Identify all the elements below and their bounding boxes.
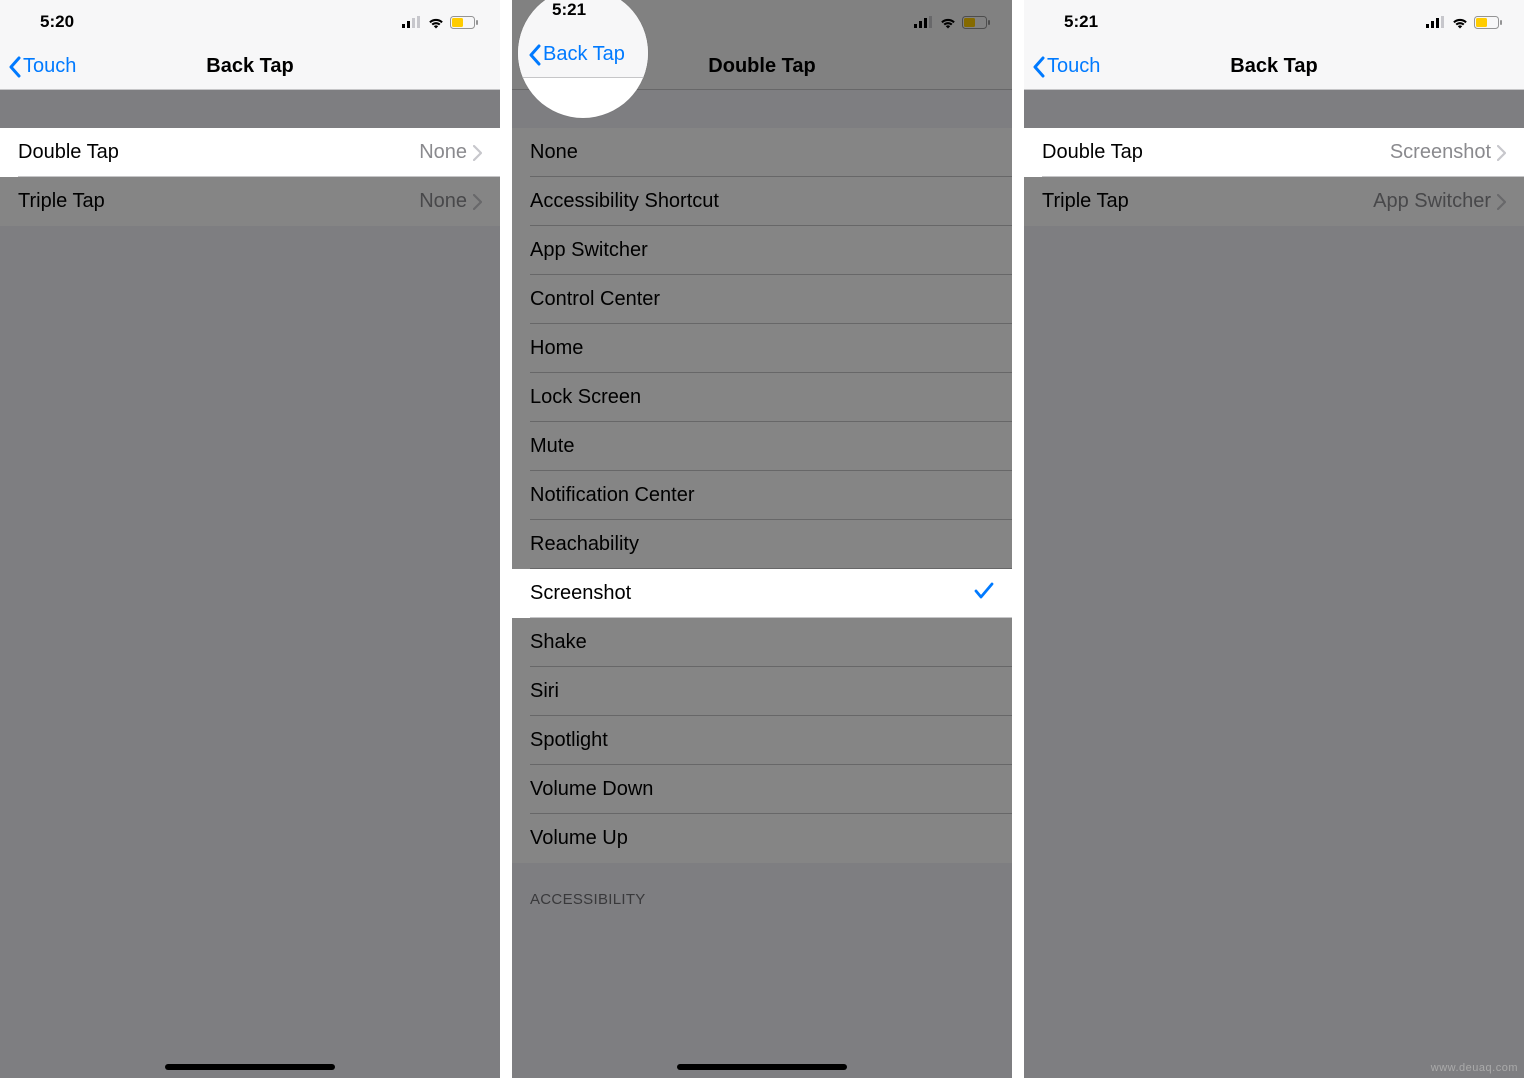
status-time: 5:20 [40,12,74,32]
row-triple-tap[interactable]: Triple Tap None [0,177,500,226]
row-value: App Switcher [1373,190,1491,213]
row-label: Double Tap [1042,141,1143,164]
home-indicator[interactable] [165,1064,335,1070]
row-label: Double Tap [18,141,119,164]
back-button[interactable]: Touch [1024,55,1100,78]
option-label: Accessibility Shortcut [530,190,719,213]
option-reachability[interactable]: Reachability [512,520,1012,569]
row-value: None [419,190,467,213]
wifi-icon [939,16,957,29]
option-screenshot[interactable]: Screenshot [512,569,1012,618]
tap-options-list: Double Tap None Triple Tap None [0,128,500,226]
option-control-center[interactable]: Control Center [512,275,1012,324]
chevron-left-icon [1032,56,1046,78]
back-button[interactable]: Back Tap [520,43,625,66]
checkmark-icon [974,582,994,606]
callout-spotlight-circle: 5:21 Back Tap [518,0,648,118]
option-volume-up[interactable]: Volume Up [512,814,1012,863]
nav-bar: Touch Back Tap [0,44,500,90]
chevron-right-icon [1497,194,1506,210]
option-label: Volume Up [530,827,628,850]
row-value: Screenshot [1390,141,1491,164]
battery-icon [1474,16,1502,29]
option-label: None [530,141,578,164]
status-icons [1426,16,1502,29]
nav-bar: Touch Back Tap [1024,44,1524,90]
tap-options-list: Double Tap Screenshot Triple Tap App Swi… [1024,128,1524,226]
option-label: Spotlight [530,729,608,752]
cellular-signal-icon [1426,16,1446,28]
option-label: App Switcher [530,239,648,262]
option-label: Home [530,337,583,360]
option-label: Control Center [530,288,660,311]
option-label: Volume Down [530,778,653,801]
status-icons [402,16,478,29]
row-double-tap[interactable]: Double Tap None [0,128,500,177]
back-button[interactable]: Touch [0,55,76,78]
section-header-accessibility: ACCESSIBILITY [512,863,1012,914]
back-label: Touch [1047,55,1100,78]
option-label: Mute [530,435,574,458]
watermark: www.deuaq.com [1431,1062,1518,1074]
option-mute[interactable]: Mute [512,422,1012,471]
battery-icon [450,16,478,29]
option-label: Lock Screen [530,386,641,409]
row-value: None [419,141,467,164]
row-label: Triple Tap [1042,190,1129,213]
option-label: Notification Center [530,484,695,507]
chevron-right-icon [473,194,482,210]
option-volume-down[interactable]: Volume Down [512,765,1012,814]
phone-screen-back-tap-configured: 5:21 Touch Back Tap Double Tap Screensho… [1024,0,1524,1078]
wifi-icon [1451,16,1469,29]
home-indicator[interactable] [677,1064,847,1070]
option-label: Shake [530,631,587,654]
row-double-tap[interactable]: Double Tap Screenshot [1024,128,1524,177]
row-value-group: None [419,141,482,164]
option-notification-center[interactable]: Notification Center [512,471,1012,520]
cellular-signal-icon [914,16,934,28]
phone-screen-back-tap-initial: 5:20 Touch Back Tap Double Tap None [0,0,500,1078]
chevron-right-icon [1497,145,1506,161]
option-app-switcher[interactable]: App Switcher [512,226,1012,275]
status-icons [914,16,990,29]
double-tap-options-list: None Accessibility Shortcut App Switcher Co… [512,128,1012,863]
option-label: Screenshot [530,582,631,605]
status-bar: 5:21 [1024,0,1524,44]
back-label: Back Tap [543,43,625,66]
wifi-icon [427,16,445,29]
row-value-group: None [419,190,482,213]
option-shake[interactable]: Shake [512,618,1012,667]
option-label: Reachability [530,533,639,556]
status-bar: 5:20 [0,0,500,44]
option-home[interactable]: Home [512,324,1012,373]
chevron-left-icon [528,44,542,66]
phone-screen-double-tap-options: 5:21 Back Tap Double Tap 5:21 Back Tap [512,0,1012,1078]
row-label: Triple Tap [18,190,105,213]
option-label: Siri [530,680,559,703]
option-spotlight[interactable]: Spotlight [512,716,1012,765]
chevron-left-icon [8,56,22,78]
cellular-signal-icon [402,16,422,28]
row-value-group: App Switcher [1373,190,1506,213]
row-value-group: Screenshot [1390,141,1506,164]
option-siri[interactable]: Siri [512,667,1012,716]
option-none[interactable]: None [512,128,1012,177]
battery-icon [962,16,990,29]
option-lock-screen[interactable]: Lock Screen [512,373,1012,422]
status-time: 5:21 [1064,12,1098,32]
back-label: Touch [23,55,76,78]
row-triple-tap[interactable]: Triple Tap App Switcher [1024,177,1524,226]
chevron-right-icon [473,145,482,161]
option-accessibility-shortcut[interactable]: Accessibility Shortcut [512,177,1012,226]
